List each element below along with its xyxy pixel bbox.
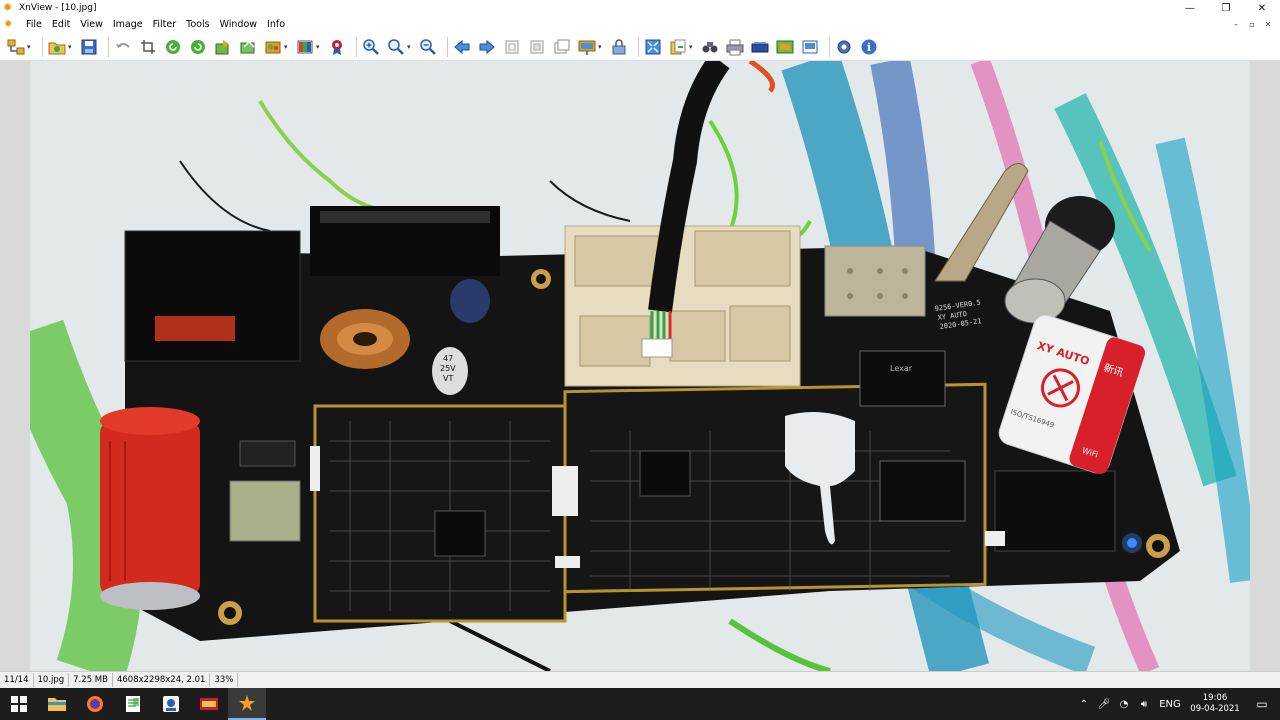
chevron-down-icon[interactable]: ▾ (407, 43, 413, 51)
document-icon[interactable]: ✹ (4, 19, 16, 31)
window-title: XnView - [10.jpg] (19, 3, 97, 13)
language-indicator[interactable]: ENG (1154, 699, 1186, 710)
window-controls: — ❐ ✕ (1172, 0, 1280, 16)
toolbar-separator (42, 36, 43, 57)
settings-icon[interactable] (834, 37, 854, 57)
menu-bar: ✹ File Edit View Image Filter Tools Wind… (0, 16, 1280, 33)
menu-file[interactable]: File (21, 19, 47, 30)
menu-view[interactable]: View (75, 19, 108, 30)
window-icon[interactable] (552, 37, 572, 57)
first-icon[interactable] (502, 37, 522, 57)
zoom-in-icon[interactable] (361, 37, 381, 57)
notepad-icon[interactable] (114, 688, 152, 720)
undo-icon[interactable] (113, 37, 133, 57)
chevron-down-icon[interactable]: ▾ (68, 43, 74, 51)
scanner-icon[interactable] (750, 37, 770, 57)
microphone-icon[interactable]: 🎤︎ (1094, 699, 1114, 710)
chevron-down-icon[interactable]: ▾ (598, 43, 604, 51)
status-filesize: 7.25 MB (69, 673, 113, 687)
binoculars-icon[interactable] (700, 37, 720, 57)
doc-restore-button[interactable]: ▫ (1244, 20, 1260, 29)
browser-icon[interactable] (6, 37, 26, 57)
photo-pcb-board: Lexar 47 25V VT 9256-VER0.5 XY AUTO 2020… (30, 61, 1250, 671)
rotate-left-icon[interactable] (163, 37, 183, 57)
winrar-icon[interactable] (190, 688, 228, 720)
menu-filter[interactable]: Filter (148, 19, 182, 30)
document-controls: – ▫ ✕ (1228, 16, 1276, 33)
award-icon[interactable] (327, 37, 347, 57)
next-icon[interactable] (477, 37, 497, 57)
batch-icon[interactable] (263, 37, 283, 57)
copy-icon[interactable] (668, 37, 688, 57)
chevron-down-icon[interactable]: ▾ (316, 43, 322, 51)
tools-icon[interactable] (800, 37, 820, 57)
status-filename: 10.jpg (34, 673, 70, 687)
toolbar: ▾ ▾ ▾ ▾ ▾ ▾ ▾ i (0, 33, 1280, 61)
explorer-icon[interactable] (38, 688, 76, 720)
doc-close-button[interactable]: ✕ (1260, 20, 1276, 29)
maximize-button[interactable]: ❐ (1208, 0, 1244, 16)
send-icon[interactable] (238, 37, 258, 57)
info-icon[interactable]: i (859, 37, 879, 57)
clock-time: 19:06 (1202, 693, 1228, 703)
fullscreen-icon[interactable] (643, 37, 663, 57)
svg-text:i: i (867, 41, 871, 54)
xnview-app-icon[interactable]: ✹ (3, 2, 15, 14)
toolbar-separator (356, 36, 357, 57)
taskbar: ⌃ 🎤︎ ◔ 🔊︎ ENG 19:06 09-04-2021 ▭ (0, 688, 1280, 720)
crop-icon[interactable] (138, 37, 158, 57)
firefox-icon[interactable] (76, 688, 114, 720)
menu-image[interactable]: Image (108, 19, 148, 30)
app-icon[interactable] (152, 688, 190, 720)
cap-text-2: 25V (440, 364, 456, 373)
image-viewer[interactable]: Lexar 47 25V VT 9256-VER0.5 XY AUTO 2020… (0, 61, 1280, 671)
toolbar-separator (108, 36, 109, 57)
chevron-down-icon[interactable]: ▾ (27, 43, 33, 51)
capture-icon[interactable] (775, 37, 795, 57)
adjust-icon[interactable] (295, 37, 315, 57)
zoom-out-icon[interactable] (418, 37, 438, 57)
status-index: 11/14 (0, 673, 34, 687)
chevron-down-icon[interactable]: ▾ (284, 43, 290, 51)
clock[interactable]: 19:06 09-04-2021 (1186, 693, 1244, 715)
menu-info[interactable]: Info (262, 19, 290, 30)
menu-edit[interactable]: Edit (47, 19, 75, 30)
xnview-icon[interactable] (228, 688, 266, 720)
toolbar-separator (829, 36, 830, 57)
close-button[interactable]: ✕ (1244, 0, 1280, 16)
last-icon[interactable] (527, 37, 547, 57)
status-zoom: 33% (210, 673, 239, 687)
menu-window[interactable]: Window (215, 19, 262, 30)
doc-minimize-button[interactable]: – (1228, 20, 1244, 29)
menu-tools[interactable]: Tools (181, 19, 214, 30)
open-folder-icon[interactable] (47, 37, 67, 57)
save-icon[interactable] (79, 37, 99, 57)
previous-icon[interactable] (452, 37, 472, 57)
export-icon[interactable] (213, 37, 233, 57)
toolbar-separator (638, 36, 639, 57)
notification-icon[interactable]: ▭ (1244, 697, 1280, 711)
chip-label: Lexar (890, 364, 913, 373)
chevron-down-icon[interactable]: ▾ (689, 43, 695, 51)
toolbar-separator (447, 36, 448, 57)
minimize-button[interactable]: — (1172, 0, 1208, 16)
clock-date: 09-04-2021 (1190, 704, 1240, 714)
print-icon[interactable] (725, 37, 745, 57)
chevron-up-icon[interactable]: ⌃ (1074, 699, 1094, 710)
volume-icon[interactable]: 🔊︎ (1134, 699, 1154, 710)
rotate-right-icon[interactable] (188, 37, 208, 57)
cap-text-1: 47 (443, 354, 453, 363)
zoom-icon[interactable] (386, 37, 406, 57)
cap-text-3: VT (443, 374, 453, 383)
windows-start-icon[interactable] (0, 688, 38, 720)
status-bar: 11/14 10.jpg 7.25 MB 4608x2298x24, 2.01 … (0, 671, 1280, 688)
title-bar: ✹ XnView - [10.jpg] — ❐ ✕ (0, 0, 1280, 16)
network-icon[interactable]: ◔ (1114, 699, 1134, 710)
status-dimensions: 4608x2298x24, 2.01 (113, 673, 211, 687)
lock-icon[interactable] (609, 37, 629, 57)
slideshow-icon[interactable] (577, 37, 597, 57)
system-tray: ⌃ 🎤︎ ◔ 🔊︎ ENG 19:06 09-04-2021 ▭ (1074, 688, 1280, 720)
